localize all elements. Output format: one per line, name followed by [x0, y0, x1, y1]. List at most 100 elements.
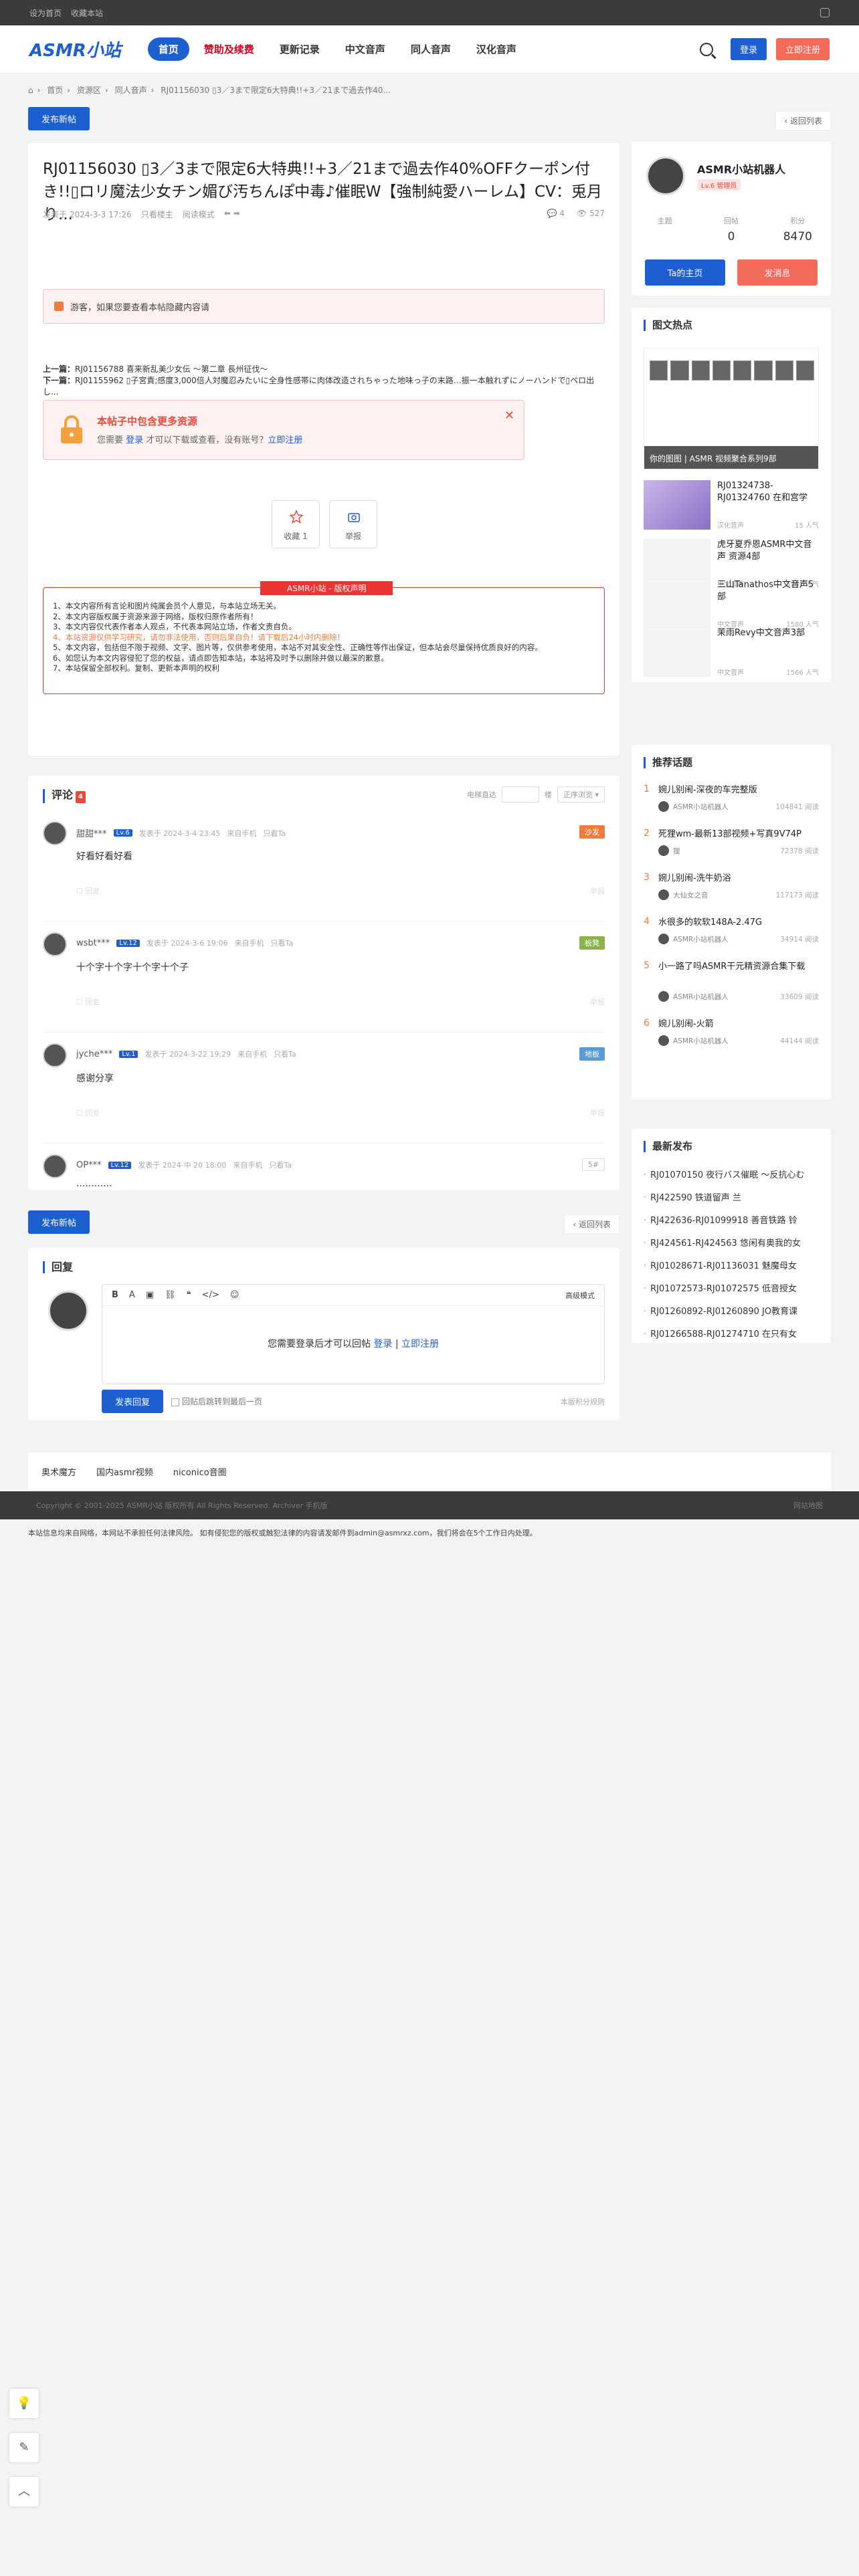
bulb-icon[interactable]: 💡: [9, 2389, 39, 2418]
friend-link[interactable]: 奥术魔方: [41, 1465, 76, 1478]
author-name[interactable]: ASMR小站机器人: [697, 160, 785, 177]
publish-button[interactable]: 发布新帖: [28, 107, 90, 130]
only-ta-link[interactable]: 只看Ta: [263, 828, 286, 839]
nav-changelog[interactable]: 更新记录: [269, 37, 330, 61]
close-icon[interactable]: ✕: [504, 409, 514, 423]
author-avatar[interactable]: [646, 156, 685, 195]
home-icon[interactable]: ⌂: [28, 86, 33, 95]
favorite-button[interactable]: 收藏 1: [272, 500, 320, 548]
reply-count: 💬 4: [547, 209, 565, 218]
code-icon[interactable]: </>: [202, 1290, 219, 1300]
copyright-head: ASMR小站 - 版权声明: [260, 581, 393, 595]
nav-translated-audio[interactable]: 汉化音声: [466, 37, 527, 61]
fullscreen-icon[interactable]: [820, 8, 830, 17]
back-list-button[interactable]: ‹ 返回列表: [775, 111, 831, 130]
latest-item[interactable]: RJ01028671-RJ01136031 魅魔母女: [644, 1259, 819, 1271]
set-home-link[interactable]: 设为首页: [29, 9, 62, 18]
font-color-icon[interactable]: A: [129, 1290, 135, 1300]
latest-item[interactable]: RJ01070150 夜行バス催眠 〜反抗心む: [644, 1168, 819, 1180]
floor-badge: 板凳: [579, 936, 605, 950]
comments-card: 评论 4 电梯直达 楼 正序浏览 ▾ 甜甜*** Lv.6 发表于 2024-3-4 …: [28, 776, 619, 1190]
comment-item: wsbt*** Lv.12 发表于 2024-3-6 19:06 来自手机 只看Ta 十…: [43, 932, 605, 1033]
publish-button-bottom[interactable]: 发布新帖: [28, 1210, 90, 1234]
send-reply-button[interactable]: 发表回复: [102, 1390, 164, 1413]
latest-item[interactable]: RJ01260892-RJ01260890 JO教育课: [644, 1304, 819, 1317]
comment-text: 十个字十个字十个字十个子: [76, 962, 189, 973]
advanced-mode-link[interactable]: 高级模式: [565, 1290, 595, 1301]
reply-register-link[interactable]: 立即注册: [401, 1339, 439, 1350]
jump-last-option[interactable]: 回贴后跳转到最后一页: [171, 1396, 262, 1407]
nav-home[interactable]: 首页: [147, 37, 189, 61]
image-icon[interactable]: ▣: [146, 1290, 154, 1300]
friend-links: 奥术魔方 国内asmr视频 niconico音圈: [28, 1453, 831, 1490]
reply-login-link[interactable]: 登录: [373, 1339, 392, 1350]
points-rule-link[interactable]: 本版积分规则: [561, 1396, 605, 1407]
hidden-login-link[interactable]: 登录: [126, 435, 143, 445]
copyright-box: ASMR小站 - 版权声明 1、本文内容所有言论和图片纯属会员个人意见，与本站立…: [43, 581, 605, 694]
avatar[interactable]: [43, 932, 67, 956]
checkbox[interactable]: [171, 1398, 180, 1406]
latest-item[interactable]: RJ424561-RJ424563 悠闲有奥我的女: [644, 1236, 819, 1249]
hot-item[interactable]: 三山Tanathos中文音声5部 中文音声 1580 人气: [644, 579, 819, 629]
footer: Copyright © 2001-2025 ASMR小站 版权所有 All Ri…: [0, 1491, 859, 1519]
author-home-button[interactable]: Ta的主页: [645, 259, 725, 286]
reply-editor[interactable]: B A ▣ ⛓ ❝ </> ☺ 高级模式 您需要登录后才可以回帖 登录 | 立即注册: [102, 1284, 605, 1384]
recommend-card: 推荐话题 1 婉儿别闹-深夜的车完整版 ASMR小站机器人 104841 阅读 2 死狸…: [632, 745, 831, 1099]
only-ta-link[interactable]: 只看Ta: [269, 1160, 292, 1170]
bookmark-link[interactable]: 收藏本站: [71, 9, 103, 18]
only-author-link[interactable]: 只看楼主: [141, 209, 173, 220]
hidden-desc: 您需要 登录 才可以下载或查看，没有账号？立即注册: [97, 435, 303, 445]
search-icon[interactable]: [699, 42, 713, 56]
quote-icon[interactable]: ❝: [187, 1290, 191, 1300]
hidden-register-link[interactable]: 立即注册: [268, 435, 302, 445]
friend-link[interactable]: 国内asmr视频: [96, 1465, 153, 1478]
hot-item[interactable]: RJ01324738-RJ01324760 在和宫学 汉化音声 15 人气: [644, 480, 819, 530]
crumb-doujin[interactable]: 同人音声: [115, 86, 147, 95]
link-icon[interactable]: ⛓: [165, 1290, 176, 1300]
comment-item: OP*** Lv.12 发表于 2024-中 20 18:00 来自手机 只看Ta ..…: [43, 1154, 605, 1190]
only-ta-link[interactable]: 只看Ta: [271, 938, 294, 948]
register-button[interactable]: 立即注册: [775, 38, 830, 60]
hidden-content-box: 本帖子中包含更多资源 您需要 登录 才可以下载或查看，没有账号？立即注册 ✕: [43, 400, 524, 460]
comment-author[interactable]: OP***: [76, 1160, 102, 1170]
friend-link[interactable]: niconico音圈: [173, 1465, 227, 1478]
nav-sponsor[interactable]: 赞助及续费: [193, 37, 265, 61]
next-post[interactable]: 下一篇：RJ01155962 ▯子宮責;感度3,000倍人対魔忍みたいに全身性感…: [43, 375, 605, 398]
view-count: 👁 527: [577, 209, 605, 218]
read-mode-link[interactable]: 阅读模式: [183, 209, 215, 220]
avatar[interactable]: [43, 1043, 67, 1067]
comment-author[interactable]: 甜甜***: [76, 827, 107, 839]
crumb-home[interactable]: 首页: [47, 86, 63, 95]
comment-author[interactable]: wsbt***: [76, 938, 110, 948]
hot-banner[interactable]: 你的图图 | ASMR 视频聚合系列9部: [644, 348, 819, 469]
sitemap-link[interactable]: 网站地图: [793, 1500, 823, 1511]
nav-chinese-audio[interactable]: 中文音声: [335, 37, 396, 61]
prev-post[interactable]: 上一篇：RJ01156788 喜来新乱美少女伝 〜第二章 長州征伐〜: [43, 364, 605, 375]
hot-item[interactable]: 茉雨Revy中文音声3部 中文音声 1566 人气: [644, 627, 819, 677]
back-to-top-icon[interactable]: ︿: [9, 2477, 39, 2506]
latest-item[interactable]: RJ422636-RJ01099918 善音铁路 铃: [644, 1213, 819, 1226]
reply-title: 回复: [43, 1261, 73, 1273]
site-logo[interactable]: ASMR小站: [29, 37, 121, 62]
avatar[interactable]: [43, 1154, 67, 1178]
edit-icon[interactable]: ✎: [9, 2433, 39, 2462]
login-button[interactable]: 登录: [730, 38, 767, 60]
send-message-button[interactable]: 发消息: [737, 259, 818, 286]
comment-author[interactable]: jyche***: [76, 1049, 112, 1059]
latest-item[interactable]: RJ422590 铁道留声 兰: [644, 1190, 819, 1203]
latest-card: 最新发布 RJ01070150 夜行バス催眠 〜反抗心む RJ422590 铁道…: [632, 1129, 831, 1343]
prev-arrow-icon[interactable]: ⬅ ➡: [224, 209, 240, 220]
floor-jump-input[interactable]: [501, 786, 539, 802]
crumb-resource[interactable]: 资源区: [77, 86, 101, 95]
only-ta-link[interactable]: 只看Ta: [274, 1049, 296, 1059]
avatar[interactable]: [43, 821, 67, 845]
back-list-button-bottom[interactable]: ‹ 返回列表: [564, 1214, 619, 1234]
latest-item[interactable]: RJ01072573-RJ01072575 低音授女: [644, 1281, 819, 1294]
nav-doujin-audio[interactable]: 同人音声: [400, 37, 462, 61]
bold-icon[interactable]: B: [112, 1290, 118, 1300]
floor-badge: 5#: [581, 1158, 605, 1171]
report-button[interactable]: 举报: [329, 500, 377, 548]
order-select[interactable]: 正序浏览 ▾: [557, 786, 605, 802]
latest-item[interactable]: RJ01266588-RJ01274710 在只有女: [644, 1327, 819, 1339]
emoji-icon[interactable]: ☺: [230, 1290, 240, 1300]
